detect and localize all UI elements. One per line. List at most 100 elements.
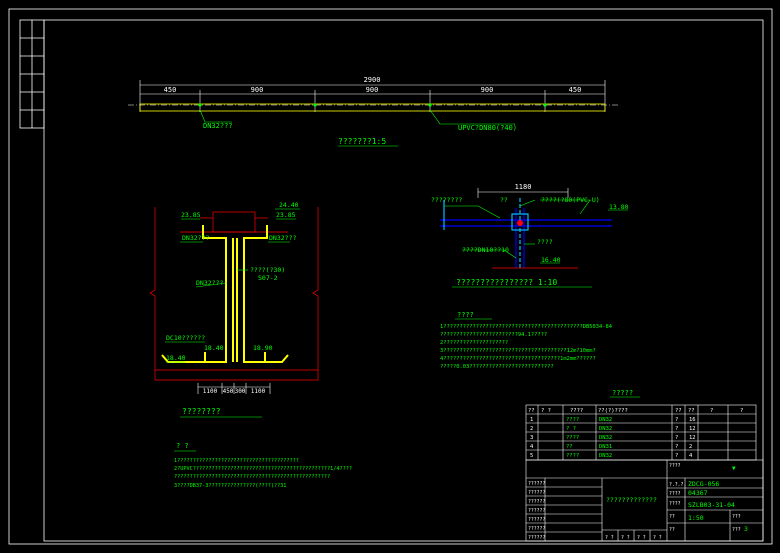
table-header: ?	[710, 408, 713, 414]
elevation-label: 18.40	[166, 354, 186, 362]
table-row: 4 ?? DN31 ? 2	[530, 444, 692, 450]
elevation-label: 24.40	[279, 201, 299, 209]
title-block-label: ??????	[528, 517, 545, 523]
elevation-label: 23.85	[181, 211, 201, 219]
drawing-caption: ????????	[182, 407, 221, 416]
detail-pipe	[440, 208, 612, 268]
leader-label: DC10??????	[166, 334, 205, 342]
table-header: ??(?)????	[598, 408, 628, 414]
dimension-text: 900	[366, 86, 379, 94]
table-cell: 16	[689, 417, 696, 423]
table-cell: ?	[675, 453, 678, 459]
title-block-label: ? ?	[653, 535, 662, 541]
title-block-label: ????	[669, 491, 681, 497]
leader-label: ????	[537, 238, 553, 246]
title-block-label: ??????	[528, 499, 545, 505]
drawing-caption: ???????1:5	[338, 137, 386, 146]
leader-label: UPVC?DN80(?40)	[458, 124, 517, 132]
title-block-label: ??????	[528, 535, 545, 541]
dimension-text: 1100	[203, 388, 218, 395]
table-header: ??	[688, 408, 695, 414]
elevation-label: 16.40	[541, 256, 561, 264]
sheet-number: 3	[744, 525, 748, 533]
inner-border	[43, 19, 764, 542]
table-cell: ??	[566, 444, 573, 450]
table-cell: 4	[689, 453, 693, 459]
notes-line: 3??????????????????????????????????????1…	[440, 348, 596, 354]
detail-view: 1180 ???????? ?? ????(?80(PVC-U) 13.80 ?…	[431, 183, 629, 288]
title-block-label: ???	[732, 514, 741, 520]
dimension-text: 450	[164, 86, 177, 94]
table-cell: ? ?	[566, 426, 576, 432]
notes-title: ????	[457, 311, 474, 319]
title-block-label: ??????	[528, 481, 545, 487]
material-table: ????? ?? ? ? ???? ??(?)???? ?? ?? ? ? 1 …	[525, 389, 757, 461]
table-cell: 4	[530, 444, 534, 450]
table-cell: 2	[530, 426, 533, 432]
notes-line: 4????????????????????????????????????1m2…	[440, 356, 596, 362]
leader-label: DN32???	[182, 234, 209, 242]
notes-block: ???? 1??????????????????????????????????…	[440, 311, 612, 370]
notes-line: ?????0.03??????????????????????????	[440, 364, 554, 370]
table-cell: ?	[675, 417, 678, 423]
table-cell: DN32	[599, 435, 612, 441]
drawing-title: ?????????????	[606, 496, 657, 504]
top-elevation: 2900 450 900 900 900 450 DN32??? UPVC?DN…	[128, 76, 620, 147]
table-header: ????	[570, 408, 583, 414]
leader-label: DN32???	[203, 122, 233, 130]
drawing-number: SZLB03-31-04	[688, 501, 735, 509]
table-cell: DN32	[599, 417, 612, 423]
table-cell: ?	[675, 435, 678, 441]
table-title: ?????	[612, 389, 633, 397]
cad-drawing-sheet: 2900 450 900 900 900 450 DN32??? UPVC?DN…	[8, 8, 773, 545]
title-block-label: ? ?	[605, 535, 614, 541]
elevation-label: 23.85	[276, 211, 296, 219]
leader-label: ????(?30)	[250, 266, 285, 274]
table-cell: DN31	[599, 444, 612, 450]
general-notes-block: ? ? 1???????????????????????????????????…	[174, 442, 352, 489]
leader-label: ????????	[431, 196, 462, 204]
title-block: ?????? ?????? ?????? ?????? ?????? ?????…	[525, 459, 764, 542]
table-cell: 2	[689, 444, 692, 450]
leader-label: DN32???	[196, 279, 223, 287]
table-cell: 5	[530, 453, 533, 459]
notes-line: ????????????????????????94.1?????	[440, 332, 547, 338]
notes-line: 1???????????????????????????????????????…	[440, 324, 612, 330]
sheet-frame	[8, 8, 773, 545]
project-code: 04367	[688, 489, 708, 497]
title-block-label: ??	[669, 514, 675, 520]
title-block-label: ??????	[528, 526, 545, 532]
title-block-label: ? ?	[637, 535, 646, 541]
table-cell: DN32	[599, 453, 612, 459]
table-header: ?	[740, 408, 743, 414]
drawing-scale: 1:50	[688, 514, 704, 522]
table-cell: ?	[675, 426, 678, 432]
table-header: ??	[528, 408, 535, 414]
project-label: ????	[669, 463, 681, 469]
table-row: 5 ???? DN32 ? 4	[530, 453, 693, 459]
notes-line: 3????DB37-3???????????????(????)??31	[174, 483, 286, 489]
table-cell: ????	[566, 453, 579, 459]
table-row: 3 ???? DN32 ? 12	[530, 435, 696, 441]
drawing-caption: ???????????????? 1:10	[456, 278, 557, 287]
dimension-text: 1100	[251, 388, 266, 395]
title-block-label: ??????	[528, 508, 545, 514]
table-cell: ????	[566, 417, 579, 423]
notes-line: 2?UPVC??????????????????????????????????…	[174, 466, 352, 472]
table-header: ? ?	[541, 408, 551, 414]
section-view: 24.40 23.85 23.85 DN32??? DN32??? ????(?…	[149, 201, 319, 418]
table-cell: 12	[689, 426, 696, 432]
table-cell: 12	[689, 435, 696, 441]
table-cell: 1	[530, 417, 533, 423]
leader-label: ????(?80(PVC-U)	[541, 196, 600, 204]
title-block-label: ? ?	[621, 535, 630, 541]
leader-label: ????DN10??10	[462, 246, 509, 254]
table-cell: DN32	[599, 426, 612, 432]
leader-label: S07-2	[258, 274, 278, 282]
title-block-label: ???	[732, 527, 741, 533]
dimension-text: 450	[569, 86, 582, 94]
title-block-label: ??	[669, 527, 675, 533]
table-cell: ?	[675, 444, 678, 450]
table-row: 1 ???? DN32 ? 16	[530, 417, 696, 423]
leader-label: DN32???	[269, 234, 296, 242]
